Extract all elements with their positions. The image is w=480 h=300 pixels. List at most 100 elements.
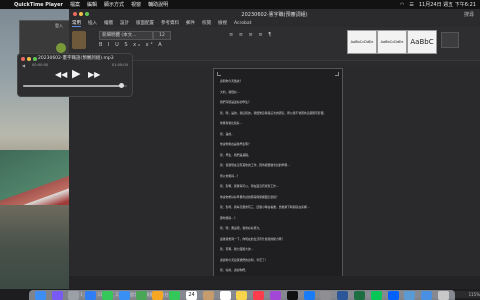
notes-icon[interactable] [236,290,248,300]
background-window-label: 登入 [55,23,63,28]
tab-insert[interactable]: 插入 [88,20,97,26]
qt-speaker-icon: ◀ [22,63,26,68]
document-line[interactable]: 你覺得會比較好… [220,121,242,125]
tab-review[interactable]: 校閱 [202,20,211,26]
finder-icon[interactable] [34,290,46,300]
tab-design[interactable]: 設計 [120,20,129,26]
music-icon[interactable] [253,290,265,300]
zoom-level[interactable]: 115% [469,292,480,297]
menubar-clock[interactable]: 11月24日 週五 下午6:21 [419,1,476,8]
wifi-icon[interactable]: ◠ [400,2,404,8]
document-line[interactable]: 答：有啊，壓力還蠻大的… [220,247,254,251]
document-line[interactable]: 答：是的。 [220,132,234,136]
search-label[interactable]: 搜尋 [464,11,474,18]
styles-pane-button[interactable] [441,32,459,48]
mail-icon[interactable] [118,290,130,300]
rewind-icon[interactable]: ◀◀ [55,70,67,79]
ribbon-tabs: 常用 插入 繪圖 設計 版面配置 參考資料 郵件 校閱 檢視 Acrobat [69,19,480,27]
fast-forward-icon[interactable]: ▶▶ [88,70,100,79]
format-buttons[interactable]: B I U S x₂ x² A [99,42,164,48]
facetime-icon[interactable] [169,290,181,300]
tv-icon[interactable] [286,290,298,300]
document-line[interactable]: 答：好的，謝謝你們。 [220,268,248,272]
app-store-icon[interactable] [303,290,315,300]
quicktime-player[interactable]: 20230602-憲字職語(預審詞組).mp3 00:00:00 01:00:0… [17,53,133,97]
maps-icon[interactable] [135,290,147,300]
tab-acrobat[interactable]: Acrobat [234,21,251,26]
document-line[interactable]: 我們可能是最好的學生？ [220,100,251,104]
trash-icon[interactable] [438,290,450,300]
qt-title: 20230602-憲字職語(預審詞組).mp3 [38,56,114,61]
document-line[interactable]: 你說你想好好準備考試的那段時間裡面怎麼樣？ [220,195,279,199]
tab-layout[interactable]: 版面配置 [136,20,154,26]
tab-references[interactable]: 參考資料 [161,20,179,26]
document-line[interactable]: 答：嗯，應該吧，我會好好努力。 [220,226,262,230]
word-titlebar: 20230602-憲字職(預審詞組) 搜尋 [69,9,480,19]
control-center-icon[interactable]: ☰ [409,2,413,8]
style-normal[interactable]: AaBbCcDdEe [347,30,377,54]
menu-help[interactable]: 輔助說明 [148,1,168,8]
style-no-spacing[interactable]: AaBbCcDdEe [377,30,407,54]
tab-mailings[interactable]: 郵件 [186,20,195,26]
document-line[interactable]: 請問你今天幾歲？ [220,79,242,83]
document-line[interactable]: 最後我想問一下，你現在的生活有什麼樣的壓力嗎？ [220,237,284,241]
menu-file[interactable]: 檔案 [70,1,80,8]
document-page[interactable]: 請問你今天幾歲？ 大約，我很好… 我們可能是最好的學生？ 答：嗯，是的，我這樣的，我很… [213,68,343,276]
app-menu[interactable]: QuickTime Player [14,2,63,8]
excel-icon[interactable] [354,290,366,300]
document-line[interactable]: 謝謝你今天接受我們的訪問，辛苦了！ [220,258,268,262]
reminders-icon[interactable] [219,290,231,300]
photos-icon[interactable] [152,290,164,300]
document-line[interactable]: 大約，我很好… [220,90,240,94]
tab-draw[interactable]: 繪圖 [104,20,113,26]
launchpad-icon[interactable] [68,290,80,300]
dropbox-icon[interactable] [387,290,399,300]
menu-window[interactable]: 視窗 [131,1,141,8]
downloads-icon[interactable] [421,290,433,300]
wallpaper-track-image [0,150,80,205]
document-line[interactable]: 答：對啊，我覺得可以，現在還沒有找到工作… [220,184,279,188]
calendar-icon[interactable]: 24 [186,290,198,300]
document-line[interactable]: 你說你現在是當學生嗎？ [220,142,251,146]
qt-zoom-icon[interactable] [33,57,37,61]
system-settings-icon[interactable] [320,290,332,300]
document-line[interactable]: 答：學生，我們是兼職。 [220,153,251,157]
tab-view[interactable]: 檢視 [218,20,227,26]
volume-fill [23,85,122,87]
volume-slider[interactable] [23,83,127,88]
messages-icon[interactable] [102,290,114,300]
preview-icon[interactable] [404,290,416,300]
document-line[interactable]: 答：但我現在沒有其他的工作，因為我要做考試的準備… [220,163,290,167]
safari-icon[interactable] [85,290,97,300]
word-window: 20230602-憲字職(預審詞組) 搜尋 常用 插入 繪圖 設計 版面配置 參… [69,9,480,298]
margin-mark-left [217,72,221,76]
dock: 24 [29,290,455,300]
menu-bar: QuickTime Player 檔案 編輯 顯示方式 視窗 輔助說明 ◠ ☰ … [0,0,480,9]
qt-time-remaining: 01:00:00 [111,63,128,67]
style-heading-1[interactable]: AaBbC [407,30,437,54]
qt-close-icon[interactable] [21,57,25,61]
paste-button[interactable] [72,31,86,49]
contacts-icon[interactable] [202,290,214,300]
menu-view[interactable]: 顯示方式 [104,1,124,8]
line-icon[interactable] [370,290,382,300]
margin-mark-right [335,72,339,76]
word-icon[interactable] [337,290,349,300]
document-line[interactable]: 所以你覺得…？ [220,174,240,178]
document-line[interactable]: 那你覺得…？ [220,216,237,220]
qt-minimize-icon[interactable] [27,57,31,61]
tab-home[interactable]: 常用 [72,20,81,27]
siri-icon[interactable] [51,290,63,300]
document-line[interactable]: 答：嗯，是的，我這樣的，我很樂意參與這次的研究，所以我不會因為這個而有影響。 [220,111,326,115]
podcasts-icon[interactable] [270,290,282,300]
font-name-select[interactable]: 新細明體 (本文... [99,31,153,40]
paragraph-buttons[interactable]: ≡ ≡ ≡ ≡ ¶ [229,32,273,38]
document-title: 20230602-憲字職(預審詞組) [241,11,308,18]
play-icon[interactable]: ▶ [72,67,80,80]
document-area: 請問你今天幾歲？ 大約，我很好… 我們可能是最好的學生？ 答：嗯，是的，我這樣的，我很… [69,66,480,276]
font-size-select[interactable]: 12 [153,31,171,40]
volume-knob[interactable] [119,83,125,88]
qt-time-elapsed: 00:00:00 [32,63,49,67]
document-line[interactable]: 答：對呀，我每天都會有三、四個小時在看書，然後剩下時間就在家裡… [220,205,310,209]
menu-edit[interactable]: 編輯 [87,1,97,8]
